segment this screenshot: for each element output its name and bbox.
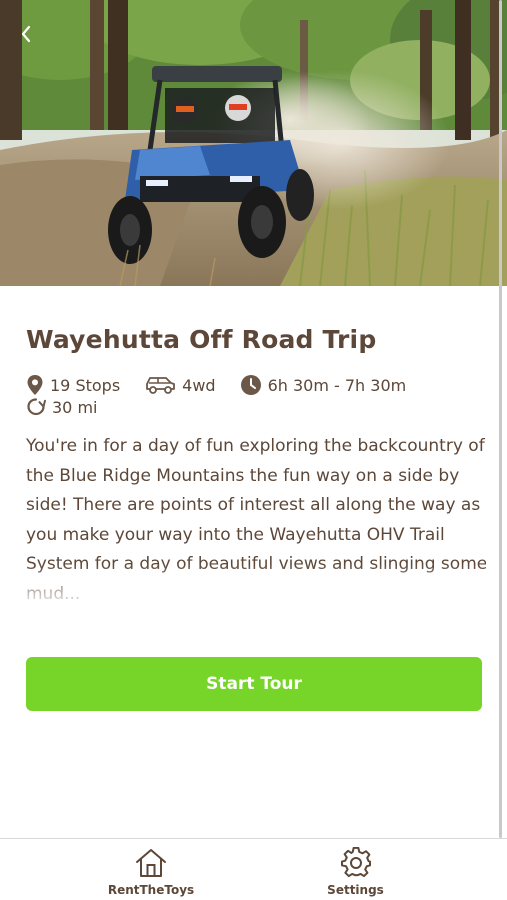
scrollbar[interactable]	[499, 0, 502, 838]
clock-icon	[240, 375, 261, 395]
tab-label-rentthetoys: RentTheToys	[107, 883, 195, 897]
stops-info: 19 Stops	[26, 374, 120, 396]
distance-info: 30 mi	[26, 396, 97, 418]
description-fade	[26, 564, 486, 608]
bottom-tab-bar: RentTheToys Settings	[0, 838, 507, 900]
hero-image	[0, 0, 507, 286]
distance-value: 30 mi	[52, 397, 98, 417]
chevron-left-icon	[21, 25, 31, 43]
start-tour-button[interactable]: Start Tour	[26, 657, 482, 711]
utv-trail-photo	[0, 0, 507, 286]
tour-details: Wayehutta Off Road Trip 19 Stops 4wd 6h …	[26, 322, 486, 608]
stops-count: 19 Stops	[50, 375, 121, 395]
tab-label-settings: Settings	[327, 883, 384, 897]
tour-title: Wayehutta Off Road Trip	[26, 325, 377, 354]
car-icon	[146, 377, 176, 394]
back-button[interactable]	[14, 20, 38, 48]
tour-meta: 19 Stops 4wd 6h 30m - 7h 30m 30 mi	[26, 374, 466, 418]
vehicle-info: 4wd	[144, 374, 216, 396]
vehicle-type: 4wd	[182, 375, 216, 395]
map-pin-icon	[27, 375, 43, 395]
description-container: You're in for a day of fun exploring the…	[26, 432, 486, 608]
tab-rentthetoys[interactable]: RentTheToys	[0, 839, 302, 900]
gear-icon	[340, 847, 371, 878]
route-icon	[27, 398, 46, 416]
duration-info: 6h 30m - 7h 30m	[240, 374, 407, 396]
home-icon	[136, 849, 166, 877]
tab-settings[interactable]: Settings	[302, 839, 507, 900]
duration-range: 6h 30m - 7h 30m	[267, 375, 407, 395]
